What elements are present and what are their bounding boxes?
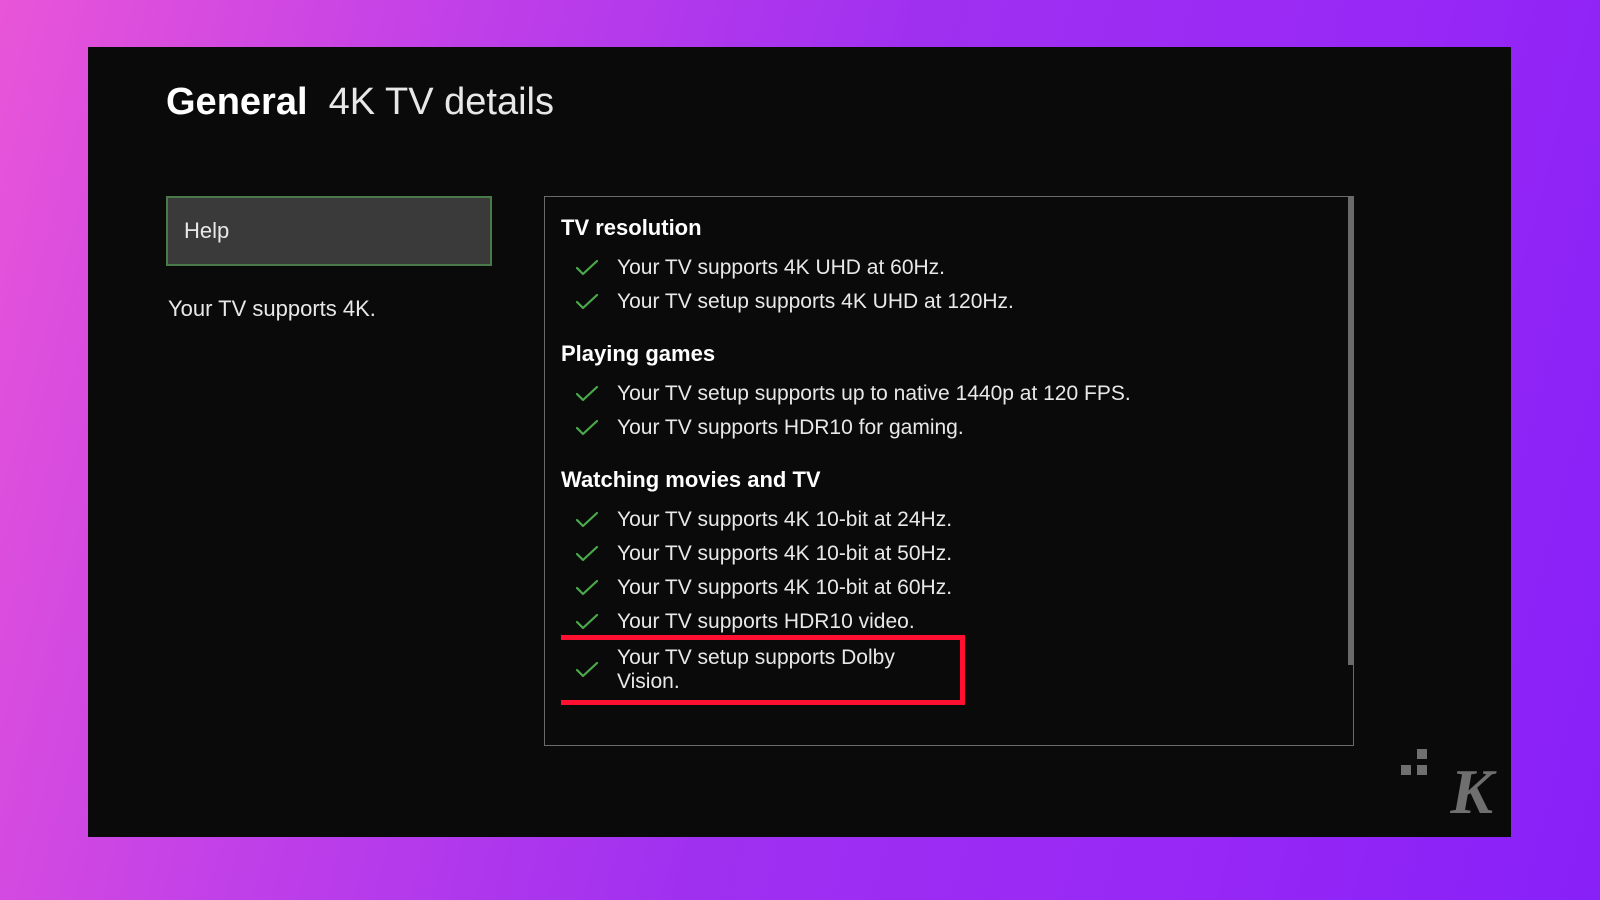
capability-text: Your TV supports HDR10 for gaming. [617,416,964,440]
help-button-label: Help [184,218,229,244]
header-category: General [166,81,308,123]
capability-text: Your TV setup supports up to native 1440… [617,382,1131,406]
capability-item: Your TV supports 4K 10-bit at 60Hz. [561,571,1335,605]
scrollbar[interactable] [1348,197,1353,665]
watermark-logo: K [1450,755,1493,829]
capability-item: Your TV supports HDR10 video. [561,605,1335,639]
section-title: TV resolution [561,215,1335,241]
settings-window: General 4K TV details Help Your TV suppo… [88,47,1511,837]
page-title: General 4K TV details [166,81,1511,124]
details-section: Playing games Your TV setup supports up t… [561,341,1335,445]
check-icon [575,259,599,277]
capability-item: Your TV supports HDR10 for gaming. [561,411,1335,445]
details-section: Capturing games [561,723,1335,727]
content-area: Help Your TV supports 4K. TV resolution Y… [88,124,1511,746]
check-icon [575,579,599,597]
watermark-dots [1401,749,1427,775]
details-scroll-area[interactable]: TV resolution Your TV supports 4K UHD at … [561,215,1335,727]
check-icon [575,293,599,311]
section-title: Playing games [561,341,1335,367]
details-section: Watching movies and TV Your TV supports 4… [561,467,1335,701]
section-title: Capturing games [561,723,1335,727]
capability-text: Your TV supports HDR10 video. [617,610,915,634]
section-title: Watching movies and TV [561,467,1335,493]
capability-text: Your TV setup supports Dolby Vision. [617,646,961,694]
help-button[interactable]: Help [166,196,492,266]
details-section: TV resolution Your TV supports 4K UHD at … [561,215,1335,319]
check-icon [575,545,599,563]
capability-item: Your TV supports 4K 10-bit at 50Hz. [561,537,1335,571]
capability-item-highlighted: Your TV setup supports Dolby Vision. [561,639,961,701]
capability-text: Your TV supports 4K 10-bit at 50Hz. [617,542,952,566]
capability-text: Your TV supports 4K UHD at 60Hz. [617,256,945,280]
capability-text: Your TV supports 4K 10-bit at 24Hz. [617,508,952,532]
check-icon [575,385,599,403]
left-panel: Help Your TV supports 4K. [166,196,492,746]
page-header: General 4K TV details [88,47,1511,124]
tv-details-panel: TV resolution Your TV supports 4K UHD at … [544,196,1354,746]
tv-status-text: Your TV supports 4K. [166,296,492,322]
capability-item: Your TV supports 4K 10-bit at 24Hz. [561,503,1335,537]
header-subtitle: 4K TV details [329,81,554,123]
capability-item: Your TV supports 4K UHD at 60Hz. [561,251,1335,285]
check-icon [575,661,599,679]
check-icon [575,511,599,529]
check-icon [575,419,599,437]
capability-item: Your TV setup supports up to native 1440… [561,377,1335,411]
capability-item: Your TV setup supports 4K UHD at 120Hz. [561,285,1335,319]
capability-text: Your TV supports 4K 10-bit at 60Hz. [617,576,952,600]
capability-text: Your TV setup supports 4K UHD at 120Hz. [617,290,1014,314]
check-icon [575,613,599,631]
